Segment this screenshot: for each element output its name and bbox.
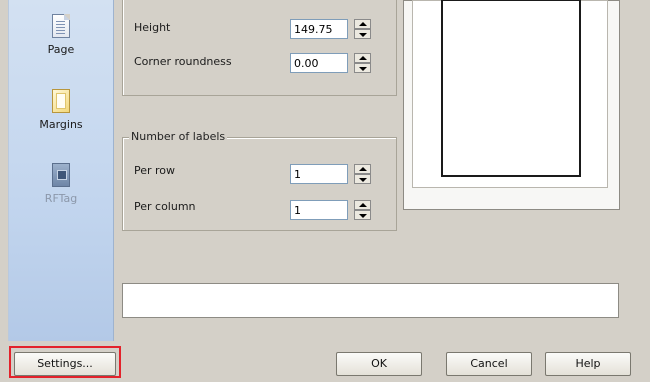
per-column-spinner: [354, 200, 371, 220]
preview-sheet: [412, 0, 608, 188]
per-column-field[interactable]: [290, 200, 348, 220]
number-of-labels-legend: Number of labels: [129, 130, 228, 143]
dimensions-group: [122, 0, 397, 96]
rftag-icon: [52, 163, 70, 187]
sidebar-item-margins[interactable]: Margins: [9, 89, 113, 131]
per-column-increment-button[interactable]: [354, 200, 371, 210]
margins-icon: [52, 89, 70, 113]
corner-roundness-field[interactable]: [290, 53, 348, 73]
sidebar-item-page[interactable]: Page: [9, 14, 113, 56]
per-column-decrement-button[interactable]: [354, 210, 371, 220]
cancel-button[interactable]: Cancel: [446, 352, 532, 376]
arrow-down-icon: [359, 33, 367, 37]
settings-highlight-box: [9, 346, 121, 378]
ok-button-label: OK: [371, 357, 387, 370]
arrow-up-icon: [359, 167, 367, 171]
per-column-label: Per column: [134, 200, 196, 213]
height-decrement-button[interactable]: [354, 29, 371, 39]
arrow-down-icon: [359, 67, 367, 71]
arrow-up-icon: [359, 22, 367, 26]
arrow-up-icon: [359, 203, 367, 207]
page-icon: [52, 14, 70, 38]
corner-roundness-label: Corner roundness: [134, 55, 232, 68]
per-row-spinner: [354, 164, 371, 184]
sidebar-item-label: Margins: [39, 118, 83, 131]
corner-roundness-decrement-button[interactable]: [354, 63, 371, 73]
label-preview: [403, 0, 620, 210]
sidebar-item-label: Page: [47, 43, 75, 56]
label-settings-dialog: Page Margins RFTag Height Corner roundne…: [0, 0, 650, 382]
preview-label: [441, 0, 581, 177]
height-increment-button[interactable]: [354, 19, 371, 29]
per-row-decrement-button[interactable]: [354, 174, 371, 184]
corner-roundness-increment-button[interactable]: [354, 53, 371, 63]
height-field[interactable]: [290, 19, 348, 39]
help-button[interactable]: Help: [545, 352, 631, 376]
arrow-down-icon: [359, 178, 367, 182]
sidebar: Page Margins RFTag: [8, 0, 114, 341]
corner-roundness-spinner: [354, 53, 371, 73]
arrow-up-icon: [359, 56, 367, 60]
sidebar-item-rftag[interactable]: RFTag: [9, 163, 113, 205]
sidebar-item-label: RFTag: [44, 192, 78, 205]
per-row-field[interactable]: [290, 164, 348, 184]
per-row-label: Per row: [134, 164, 176, 177]
per-row-increment-button[interactable]: [354, 164, 371, 174]
cancel-button-label: Cancel: [470, 357, 508, 370]
help-button-label: Help: [575, 357, 601, 370]
arrow-down-icon: [359, 214, 367, 218]
info-text-area: [122, 283, 619, 318]
height-spinner: [354, 19, 371, 39]
height-label: Height: [134, 21, 171, 34]
ok-button[interactable]: OK: [336, 352, 422, 376]
